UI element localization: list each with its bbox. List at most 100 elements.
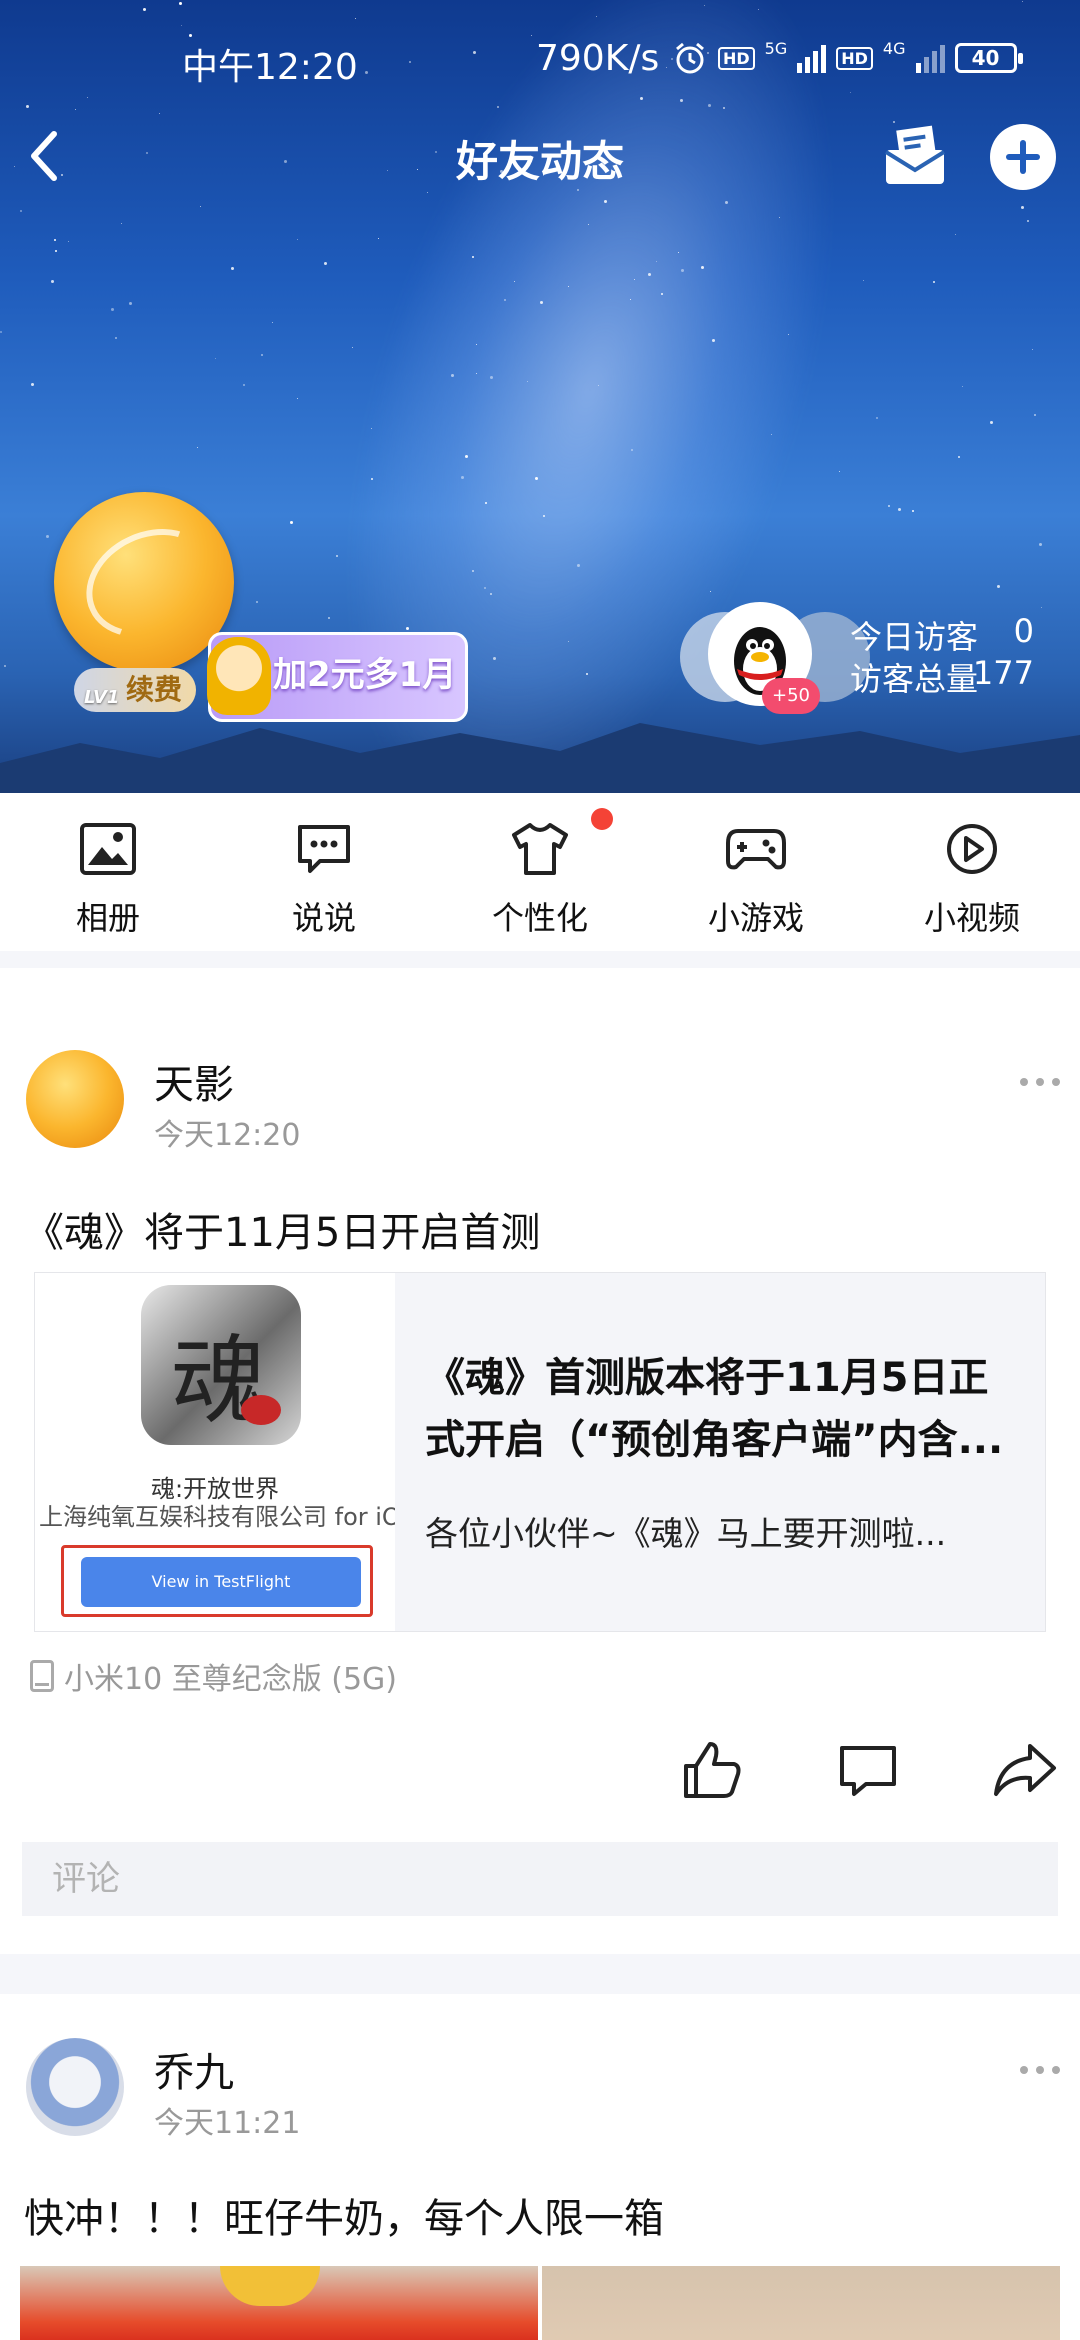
- star: [788, 334, 789, 335]
- star: [461, 476, 464, 479]
- star: [20, 210, 22, 212]
- star: [484, 587, 486, 589]
- star: [640, 97, 643, 100]
- hd-icon: HD: [718, 46, 755, 70]
- star: [111, 308, 114, 311]
- star: [336, 555, 338, 557]
- star: [568, 641, 569, 642]
- comment-icon[interactable]: [836, 1738, 900, 1802]
- star: [962, 386, 963, 387]
- shortcut-label: 说说: [291, 899, 356, 937]
- star: [68, 241, 69, 242]
- author-avatar[interactable]: [26, 2038, 124, 2136]
- device-name: 小米10 至尊纪念版 (5G): [64, 1662, 397, 1697]
- star: [710, 591, 711, 592]
- star: [656, 261, 657, 262]
- total-visitors-value: 177: [972, 654, 1034, 692]
- star: [630, 299, 631, 300]
- user-avatar[interactable]: [54, 492, 234, 672]
- author-name[interactable]: 乔九: [154, 2040, 234, 2098]
- star: [297, 239, 298, 240]
- star: [634, 279, 635, 280]
- star: [46, 535, 49, 538]
- star: [472, 256, 474, 258]
- star: [324, 262, 327, 265]
- more-options-icon[interactable]: [1020, 1078, 1060, 1088]
- star: [1032, 349, 1033, 350]
- star: [577, 564, 580, 567]
- star: [406, 627, 409, 630]
- like-icon[interactable]: [680, 1738, 744, 1802]
- add-icon[interactable]: [990, 124, 1056, 190]
- phone-icon: [30, 1660, 54, 1692]
- star: [355, 18, 356, 19]
- vip-renew-label: 续费: [126, 673, 183, 706]
- star: [297, 398, 298, 399]
- post-image[interactable]: [20, 2266, 538, 2340]
- comment-input[interactable]: 评论: [22, 1842, 1058, 1916]
- star: [912, 510, 914, 512]
- star: [51, 280, 54, 283]
- author-avatar[interactable]: [26, 1050, 124, 1148]
- star: [490, 376, 493, 379]
- star: [476, 373, 477, 374]
- star: [54, 239, 56, 241]
- post-time: 今天11:21: [154, 2106, 301, 2141]
- more-options-icon[interactable]: [1020, 2066, 1060, 2076]
- promo-mascot-icon: [207, 637, 271, 715]
- star: [648, 273, 651, 276]
- status-time: 中午12:20: [182, 47, 358, 88]
- star: [588, 224, 589, 225]
- shortcut-personalize[interactable]: 个性化: [432, 793, 648, 951]
- post-text: 快冲！！！旺仔牛奶，每个人限一箱: [24, 2196, 664, 2242]
- star: [701, 266, 704, 269]
- star: [540, 301, 543, 304]
- promo-banner[interactable]: 加2元多1月: [207, 632, 468, 722]
- shortcut-minigame[interactable]: 小游戏: [648, 793, 864, 951]
- star: [1027, 220, 1029, 222]
- star: [4, 665, 6, 667]
- photo-album-icon: [80, 823, 136, 875]
- message-box-icon[interactable]: [880, 120, 950, 190]
- app-icon: 魂: [141, 1285, 301, 1445]
- star: [121, 223, 122, 224]
- star: [661, 293, 663, 295]
- post-image[interactable]: [542, 2266, 1060, 2340]
- star: [1034, 414, 1036, 416]
- star: [758, 9, 759, 10]
- star: [535, 477, 538, 480]
- vip-renew-badge[interactable]: LV1 续费: [74, 668, 197, 712]
- network-type-label: 5G: [764, 39, 788, 58]
- star: [863, 280, 864, 281]
- star: [604, 200, 607, 203]
- star: [898, 508, 901, 511]
- star: [723, 107, 725, 109]
- star: [200, 206, 201, 207]
- star: [476, 344, 477, 345]
- star: [598, 385, 599, 386]
- star: [179, 2, 182, 5]
- shortcut-label: 小视频: [923, 899, 1020, 937]
- play-circle-icon: [947, 824, 997, 874]
- star: [272, 322, 273, 323]
- shared-link-description: 各位小伙伴~《魂》马上要开测啦...: [425, 1514, 947, 1553]
- profile-cover[interactable]: 中午12:20 790K/s HD 5G HD 4G 40 好友动态 LV1 续…: [0, 0, 1080, 793]
- star: [427, 192, 428, 193]
- star: [839, 471, 840, 472]
- star: [997, 585, 1000, 588]
- shortcut-video[interactable]: 小视频: [864, 793, 1080, 951]
- shortcut-album[interactable]: 相册: [0, 793, 216, 951]
- shortcut-shuoshuo[interactable]: 说说: [216, 793, 432, 951]
- hd-icon: HD: [836, 46, 873, 70]
- feed-post: 乔九 今天11:21 快冲！！！旺仔牛奶，每个人限一箱: [0, 1994, 1080, 2340]
- share-icon[interactable]: [992, 1738, 1058, 1802]
- star: [958, 456, 960, 458]
- author-name[interactable]: 天影: [154, 1052, 234, 1110]
- promo-text: 加2元多1月: [273, 655, 457, 695]
- star: [704, 5, 705, 6]
- star: [261, 354, 263, 356]
- shared-link-card[interactable]: 魂 魂:开放世界 上海纯氧互娱科技有限公司 for iOS View in Te…: [34, 1272, 1046, 1632]
- vip-level: LV1: [84, 687, 120, 708]
- star: [115, 337, 117, 339]
- star: [243, 384, 245, 386]
